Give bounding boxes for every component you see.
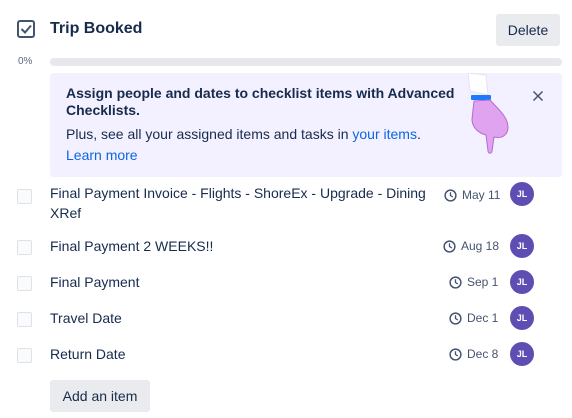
learn-more-link[interactable]: Learn more: [66, 147, 138, 163]
due-date-badge[interactable]: Dec 8: [449, 347, 498, 361]
clock-icon: [449, 311, 462, 325]
item-checkbox[interactable]: [17, 276, 32, 291]
clock-icon: [444, 188, 457, 202]
avatar[interactable]: JL: [510, 342, 534, 366]
due-date-text: Sep 1: [467, 275, 499, 289]
item-text[interactable]: Final Payment 2 WEEKS!!: [50, 236, 430, 256]
promo-body-suffix: .: [416, 126, 421, 142]
pointing-hand-illustration: [467, 73, 509, 154]
promo-heading: Assign people and dates to checklist ite…: [66, 85, 455, 118]
clock-icon: [449, 275, 462, 289]
promo-body-text: Plus, see all your assigned items and ta…: [66, 126, 353, 142]
progress-percent: 0%: [18, 56, 33, 67]
item-checkbox[interactable]: [17, 240, 32, 255]
your-items-link[interactable]: your items: [352, 126, 417, 142]
clock-icon: [443, 239, 456, 253]
item-text[interactable]: Final Payment Invoice - Flights - ShoreE…: [50, 183, 430, 223]
avatar[interactable]: JL: [510, 234, 534, 258]
progress-bar: [50, 58, 562, 66]
avatar[interactable]: JL: [510, 270, 534, 294]
due-date-badge[interactable]: Sep 1: [449, 275, 498, 289]
avatar[interactable]: JL: [510, 306, 534, 330]
delete-checklist-button[interactable]: Delete: [496, 14, 560, 46]
item-text[interactable]: Travel Date: [50, 308, 430, 328]
item-checkbox[interactable]: [17, 189, 32, 204]
promo-body: Plus, see all your assigned items and ta…: [66, 126, 421, 143]
add-item-button[interactable]: Add an item: [50, 380, 150, 412]
due-date-text: May 11: [462, 188, 501, 202]
item-text[interactable]: Return Date: [50, 344, 430, 364]
due-date-badge[interactable]: Aug 18: [443, 239, 499, 253]
clock-icon: [449, 347, 462, 361]
item-text[interactable]: Final Payment: [50, 272, 430, 292]
advanced-checklists-promo: Assign people and dates to checklist ite…: [50, 73, 562, 177]
due-date-text: Aug 18: [461, 239, 500, 253]
checklist-title: Trip Booked: [50, 20, 143, 37]
due-date-text: Dec 8: [467, 347, 499, 361]
due-date-text: Dec 1: [467, 311, 499, 325]
due-date-badge[interactable]: May 11: [444, 188, 500, 202]
due-date-badge[interactable]: Dec 1: [449, 311, 498, 325]
item-checkbox[interactable]: [17, 348, 32, 363]
avatar[interactable]: JL: [510, 182, 534, 206]
item-checkbox[interactable]: [17, 312, 32, 327]
close-icon[interactable]: [530, 88, 546, 104]
checklist-checkbox-icon: [17, 20, 35, 38]
checklist-header: Trip Booked Delete: [0, 0, 572, 60]
